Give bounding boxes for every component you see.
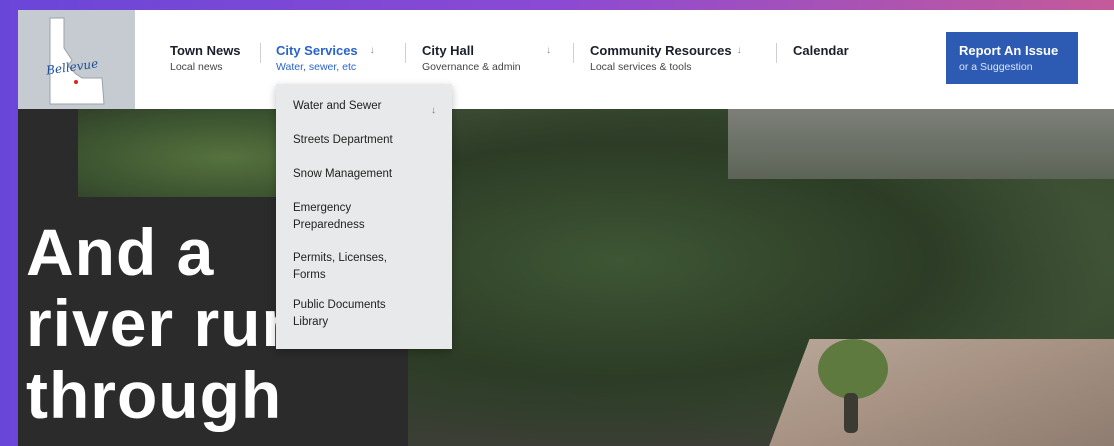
hero-river-image (768, 339, 1114, 446)
report-issue-sub: or a Suggestion (959, 61, 1033, 73)
nav-divider (260, 43, 261, 63)
report-issue-button[interactable]: Report An Issue or a Suggestion (946, 32, 1078, 84)
nav-calendar[interactable]: Calendar (793, 43, 849, 58)
dropdown-item-water-sewer[interactable]: Water and Sewer (293, 98, 441, 115)
nav-community-resources-sub: Local services & tools (590, 61, 692, 73)
hero-bush-image (818, 339, 888, 399)
nav-city-hall[interactable]: City Hall ↓ Governance & admin (422, 43, 551, 73)
hero-heading-line-3: through (26, 357, 283, 432)
nav-city-services[interactable]: City Services ↓ Water, sewer, etc (276, 43, 375, 73)
site-logo[interactable]: Bellevue (18, 10, 135, 109)
nav-city-services-sub: Water, sewer, etc (276, 61, 357, 73)
nav-city-hall-sub: Governance & admin (422, 61, 521, 73)
page-frame: Bellevue Town News Local news City Servi… (18, 10, 1114, 446)
nav-community-resources[interactable]: Community Resources ↓ Local services & to… (590, 43, 742, 73)
hero-hill-image (728, 109, 1114, 179)
chevron-down-icon: ↓ (546, 45, 552, 56)
nav-community-resources-title: Community Resources (590, 43, 732, 58)
hero-fisherman-image (844, 393, 858, 433)
dropdown-item-emergency[interactable]: Emergency Preparedness (293, 200, 383, 233)
dropdown-item-public-docs[interactable]: Public Documents Library (293, 297, 411, 330)
site-header: Bellevue Town News Local news City Servi… (18, 10, 1114, 109)
chevron-down-icon: ↓ (431, 105, 436, 116)
nav-divider (405, 43, 406, 63)
nav-calendar-title: Calendar (793, 43, 849, 58)
nav-city-services-title: City Services (276, 43, 358, 58)
chevron-down-icon: ↓ (736, 45, 742, 56)
nav-divider (573, 43, 574, 63)
chevron-down-icon: ↓ (369, 45, 375, 56)
dropdown-item-permits[interactable]: Permits, Licenses, Forms (293, 250, 411, 283)
nav-divider (776, 43, 777, 63)
dropdown-item-snow[interactable]: Snow Management (293, 166, 441, 183)
hero-banner: And a river runs through (18, 109, 1114, 446)
nav-town-news[interactable]: Town News Local news (170, 43, 241, 73)
dropdown-item-streets[interactable]: Streets Department (293, 132, 441, 149)
city-services-dropdown: Water and Sewer ↓ Streets Department Sno… (276, 84, 452, 349)
nav-town-news-title: Town News (170, 43, 241, 58)
nav-city-hall-title: City Hall (422, 43, 475, 58)
nav-town-news-sub: Local news (170, 61, 223, 73)
report-issue-title: Report An Issue (959, 43, 1059, 58)
